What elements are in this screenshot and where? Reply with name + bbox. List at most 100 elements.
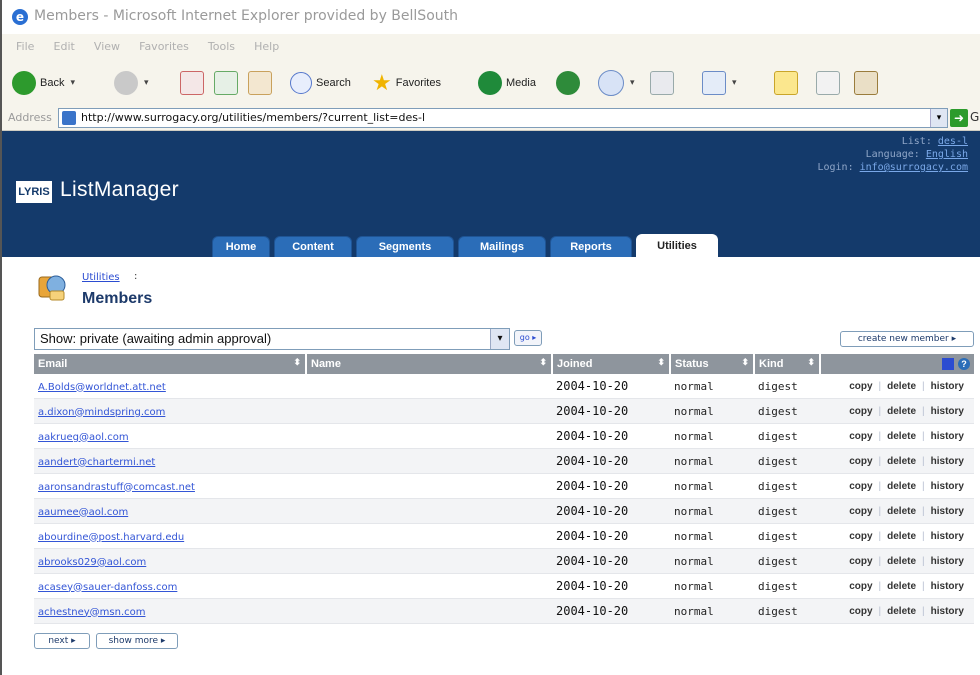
go-button[interactable]: go ▸ xyxy=(514,330,542,346)
column-header-name[interactable]: Name ⬍ xyxy=(306,354,553,374)
email-link[interactable]: abourdine@post.harvard.edu xyxy=(38,532,184,543)
help-icon[interactable]: ? xyxy=(958,358,970,371)
tab-reports[interactable]: Reports xyxy=(550,236,632,257)
email-link[interactable]: aaronsandrastuff@comcast.net xyxy=(38,482,195,493)
copy-link[interactable]: copy xyxy=(843,606,878,617)
history-link[interactable]: history xyxy=(925,431,970,442)
tab-home[interactable]: Home xyxy=(212,236,270,257)
menu-file[interactable]: File xyxy=(16,34,34,60)
column-header-email[interactable]: Email ⬍ xyxy=(34,354,307,374)
forward-button[interactable]: ▾ xyxy=(114,70,149,96)
language-value-link[interactable]: English xyxy=(926,149,968,160)
copy-link[interactable]: copy xyxy=(843,481,878,492)
home-button[interactable] xyxy=(248,70,272,96)
search-button[interactable]: Search xyxy=(290,70,351,96)
edit-button[interactable]: ▾ xyxy=(702,70,737,96)
tab-mailings[interactable]: Mailings xyxy=(458,236,546,257)
copy-link[interactable]: copy xyxy=(843,581,878,592)
delete-link[interactable]: delete xyxy=(881,481,922,492)
sort-icon[interactable]: ⬍ xyxy=(539,357,547,368)
refresh-button[interactable] xyxy=(214,70,238,96)
email-link[interactable]: achestney@msn.com xyxy=(38,607,145,618)
breadcrumb-separator: : xyxy=(134,271,138,282)
address-input[interactable]: http://www.surrogacy.org/utilities/membe… xyxy=(58,108,948,128)
history-link[interactable]: history xyxy=(925,406,970,417)
research-button[interactable] xyxy=(854,70,878,96)
back-dropdown-icon[interactable]: ▾ xyxy=(70,78,75,88)
copy-link[interactable]: copy xyxy=(843,431,878,442)
history-link[interactable]: history xyxy=(925,456,970,467)
login-value-link[interactable]: info@surrogacy.com xyxy=(860,162,968,173)
media-button[interactable]: Media xyxy=(478,70,536,96)
delete-link[interactable]: delete xyxy=(881,531,922,542)
mail-dropdown-icon[interactable]: ▾ xyxy=(630,78,635,88)
messenger-button[interactable] xyxy=(816,70,840,96)
menu-tools[interactable]: Tools xyxy=(208,34,235,60)
next-button[interactable]: next ▸ xyxy=(34,633,90,649)
save-icon[interactable] xyxy=(942,358,954,371)
history-link[interactable]: history xyxy=(925,381,970,392)
mail-button[interactable]: ▾ xyxy=(598,70,635,96)
favorites-button[interactable]: ★ Favorites xyxy=(372,70,441,96)
email-link[interactable]: aaumee@aol.com xyxy=(38,507,128,518)
sort-icon[interactable]: ⬍ xyxy=(657,357,665,368)
address-dropdown-icon[interactable]: ▾ xyxy=(930,109,947,127)
discuss-button[interactable] xyxy=(774,70,798,96)
copy-link[interactable]: copy xyxy=(843,406,878,417)
history-link[interactable]: history xyxy=(925,531,970,542)
go-label-fragment[interactable]: G xyxy=(970,110,979,124)
email-link[interactable]: a.dixon@mindspring.com xyxy=(38,407,165,418)
toolbar: Back ▾ ▾ Search ★ Favorites Media ▾ ▾ xyxy=(2,60,980,107)
sort-icon[interactable]: ⬍ xyxy=(293,357,301,368)
go-arrow-icon[interactable]: ➜ xyxy=(950,109,968,127)
history-link[interactable]: history xyxy=(925,606,970,617)
show-more-button[interactable]: show more ▸ xyxy=(96,633,178,649)
delete-link[interactable]: delete xyxy=(881,406,922,417)
menu-view[interactable]: View xyxy=(94,34,120,60)
delete-link[interactable]: delete xyxy=(881,506,922,517)
email-link[interactable]: aandert@chartermi.net xyxy=(38,457,155,468)
delete-link[interactable]: delete xyxy=(881,381,922,392)
edit-dropdown-icon[interactable]: ▾ xyxy=(732,78,737,88)
breadcrumb-utilities-link[interactable]: Utilities xyxy=(82,272,120,283)
history-link[interactable]: history xyxy=(925,481,970,492)
delete-link[interactable]: delete xyxy=(881,556,922,567)
delete-link[interactable]: delete xyxy=(881,606,922,617)
delete-link[interactable]: delete xyxy=(881,456,922,467)
create-new-member-button[interactable]: create new member ▸ xyxy=(840,331,974,347)
sort-icon[interactable]: ⬍ xyxy=(807,357,815,368)
copy-link[interactable]: copy xyxy=(843,381,878,392)
delete-link[interactable]: delete xyxy=(881,581,922,592)
delete-link[interactable]: delete xyxy=(881,431,922,442)
copy-link[interactable]: copy xyxy=(843,456,878,467)
column-header-status[interactable]: Status ⬍ xyxy=(670,354,755,374)
copy-link[interactable]: copy xyxy=(843,531,878,542)
history-link[interactable]: history xyxy=(925,556,970,567)
email-link[interactable]: A.Bolds@worldnet.att.net xyxy=(38,382,166,393)
forward-dropdown-icon[interactable]: ▾ xyxy=(144,78,149,88)
email-link[interactable]: acasey@sauer-danfoss.com xyxy=(38,582,177,593)
copy-link[interactable]: copy xyxy=(843,556,878,567)
show-filter-select[interactable]: Show: private (awaiting admin approval) … xyxy=(34,328,510,350)
history-link[interactable]: history xyxy=(925,581,970,592)
chevron-down-icon[interactable]: ▾ xyxy=(490,329,509,349)
email-cell: abourdine@post.harvard.edu xyxy=(34,523,306,549)
tab-segments[interactable]: Segments xyxy=(356,236,454,257)
tab-content[interactable]: Content xyxy=(274,236,352,257)
sort-icon[interactable]: ⬍ xyxy=(741,357,749,368)
column-header-joined[interactable]: Joined ⬍ xyxy=(552,354,671,374)
tab-utilities[interactable]: Utilities xyxy=(636,234,718,257)
back-button[interactable]: Back ▾ xyxy=(12,70,75,96)
history-button[interactable] xyxy=(556,70,580,96)
email-link[interactable]: aakrueg@aol.com xyxy=(38,432,129,443)
email-link[interactable]: abrooks029@aol.com xyxy=(38,557,146,568)
print-button[interactable] xyxy=(650,70,674,96)
list-value-link[interactable]: des-l xyxy=(938,136,968,147)
menu-help[interactable]: Help xyxy=(254,34,279,60)
menu-edit[interactable]: Edit xyxy=(54,34,75,60)
stop-button[interactable] xyxy=(180,70,204,96)
history-link[interactable]: history xyxy=(925,506,970,517)
menu-favorites[interactable]: Favorites xyxy=(139,34,189,60)
column-header-kind[interactable]: Kind ⬍ xyxy=(754,354,821,374)
copy-link[interactable]: copy xyxy=(843,506,878,517)
